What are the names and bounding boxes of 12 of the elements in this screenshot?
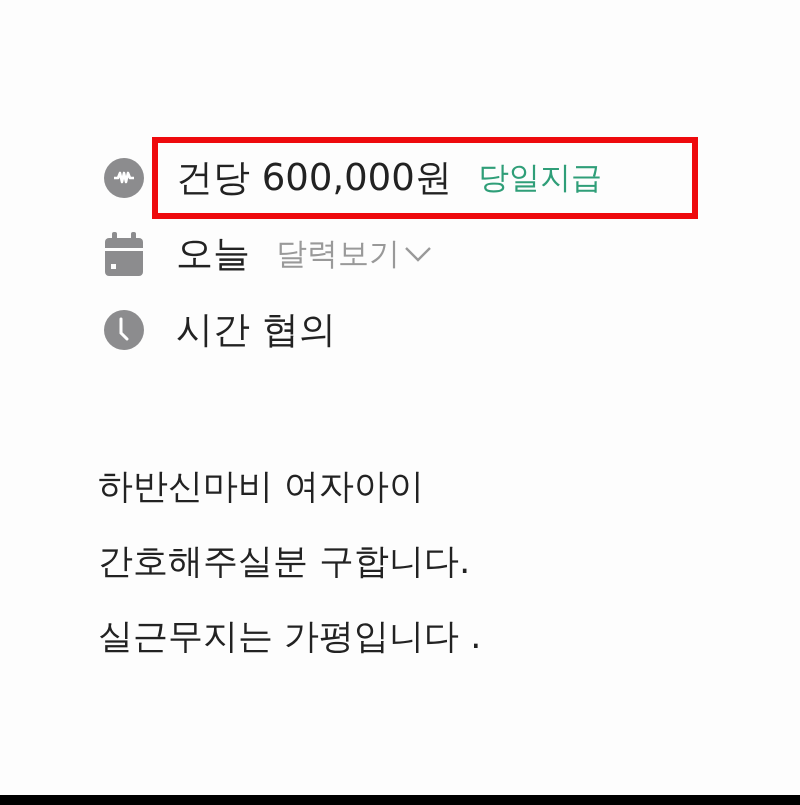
- work-date: 오늘: [176, 231, 250, 277]
- chevron-down-icon: [404, 246, 432, 262]
- description-line: 하반신마비 여자아이: [98, 466, 426, 509]
- work-time: 시간 협의: [176, 307, 336, 353]
- won-coin-icon: [103, 157, 145, 199]
- payment-note: 당일지급: [478, 159, 602, 198]
- description-line: 실근무지는 가평입니다 .: [98, 616, 482, 659]
- calendar-link[interactable]: 달력보기: [276, 233, 432, 275]
- calendar-icon: [103, 232, 145, 276]
- pay-amount: 건당 600,000원: [176, 155, 452, 201]
- description-line: 간호해주실분 구합니다.: [98, 541, 472, 584]
- clock-icon: [103, 309, 145, 351]
